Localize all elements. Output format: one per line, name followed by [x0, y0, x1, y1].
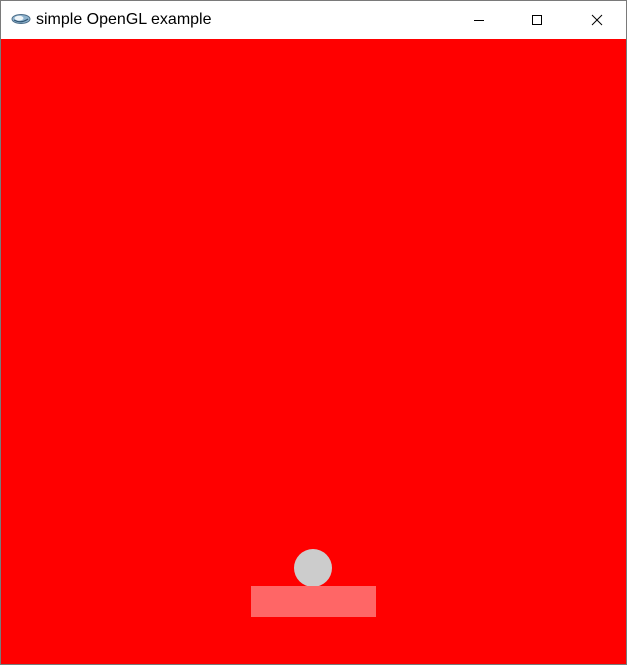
app-window: simple OpenGL example: [0, 0, 627, 665]
title-bar[interactable]: simple OpenGL example: [1, 1, 626, 39]
maximize-icon: [531, 14, 543, 26]
close-icon: [591, 14, 603, 26]
minimize-button[interactable]: [450, 1, 508, 39]
maximize-button[interactable]: [508, 1, 566, 39]
window-title: simple OpenGL example: [36, 11, 212, 28]
opengl-canvas[interactable]: [1, 39, 626, 664]
paddle: [251, 586, 376, 617]
ball: [294, 549, 332, 587]
close-button[interactable]: [568, 1, 626, 39]
minimize-icon: [473, 14, 485, 26]
opengl-app-icon[interactable]: [11, 12, 31, 26]
